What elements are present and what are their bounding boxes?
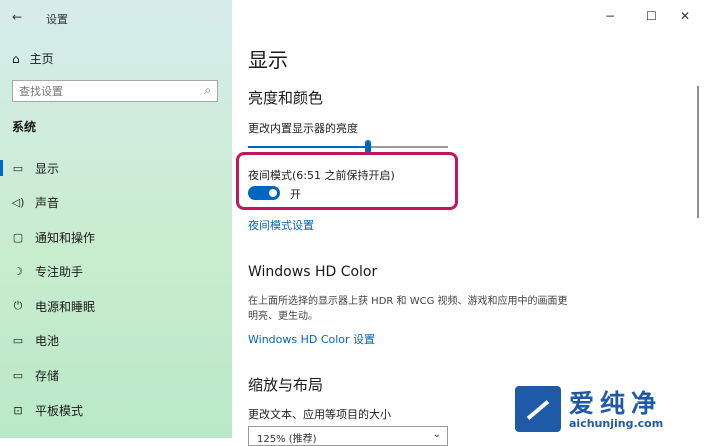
sidebar-item-notifications[interactable]: ▢ 通知和操作 bbox=[0, 223, 232, 251]
scale-layout-heading: 缩放与布局 bbox=[248, 376, 324, 394]
sidebar-item-label: 显示 bbox=[35, 161, 60, 176]
night-light-label: 夜间模式(6:51 之前保持开启) bbox=[248, 169, 395, 182]
watermark-title: 爱纯净 bbox=[569, 389, 663, 418]
window-title: 设置 bbox=[46, 13, 68, 26]
watermark: 爱纯净 aichunjing.com bbox=[515, 384, 703, 434]
tablet-icon: ⊡ bbox=[13, 403, 23, 417]
sidebar-item-label: 通知和操作 bbox=[35, 230, 96, 245]
hd-color-settings-link[interactable]: Windows HD Color 设置 bbox=[248, 331, 375, 347]
toggle-knob bbox=[269, 189, 277, 197]
sidebar-item-label: 平板模式 bbox=[35, 403, 84, 418]
battery-icon: ▭ bbox=[12, 333, 24, 347]
monitor-icon: ▭ bbox=[12, 161, 24, 175]
sidebar-item-tablet-mode[interactable]: ⊡ 平板模式 bbox=[0, 396, 232, 424]
scale-label: 更改文本、应用等项目的大小 bbox=[248, 408, 391, 421]
back-arrow-icon[interactable]: ← bbox=[12, 10, 22, 24]
sidebar-item-power-sleep[interactable]: ⏻ 电源和睡眠 bbox=[0, 292, 232, 320]
search-box[interactable]: ⌕ bbox=[12, 80, 218, 102]
home-icon: ⌂ bbox=[12, 51, 20, 66]
hd-color-description: 在上面所选择的显示器上获 HDR 和 WCG 视频、游戏和应用中的画面更明亮、更… bbox=[248, 296, 568, 322]
sidebar: ← 设置 ⌂ 主页 ⌕ 系统 ▭ 显示 ◁) 声音 ▢ 通知和操作 ☽ 专注助手… bbox=[0, 0, 232, 438]
notification-icon: ▢ bbox=[12, 230, 24, 244]
minimize-button[interactable]: − bbox=[605, 9, 615, 23]
sidebar-item-label: 专注助手 bbox=[35, 264, 84, 279]
moon-icon: ☽ bbox=[13, 264, 23, 278]
night-light-settings-link[interactable]: 夜间模式设置 bbox=[248, 217, 314, 233]
close-button[interactable]: ✕ bbox=[680, 9, 690, 23]
sidebar-item-home[interactable]: ⌂ 主页 bbox=[12, 50, 54, 67]
hd-color-heading: Windows HD Color bbox=[248, 264, 378, 280]
sidebar-item-sound[interactable]: ◁) 声音 bbox=[0, 188, 232, 216]
night-light-toggle[interactable] bbox=[248, 186, 280, 200]
scrollbar[interactable] bbox=[697, 86, 699, 218]
speaker-icon: ◁) bbox=[11, 195, 25, 209]
storage-icon: ▭ bbox=[12, 368, 24, 382]
sidebar-item-battery[interactable]: ▭ 电池 bbox=[0, 326, 232, 354]
brightness-label: 更改内置显示器的亮度 bbox=[248, 122, 358, 135]
sidebar-item-storage[interactable]: ▭ 存储 bbox=[0, 361, 232, 389]
watermark-url: aichunjing.com bbox=[569, 417, 664, 430]
search-input[interactable] bbox=[19, 83, 199, 99]
search-icon[interactable]: ⌕ bbox=[204, 83, 211, 98]
scale-dropdown[interactable]: 125% (推荐) ⌄ bbox=[248, 426, 448, 446]
main-content: − ☐ ✕ 显示 亮度和颜色 更改内置显示器的亮度 夜间模式(6:51 之前保持… bbox=[232, 0, 710, 446]
page-title: 显示 bbox=[248, 48, 288, 72]
sidebar-item-focus-assist[interactable]: ☽ 专注助手 bbox=[0, 257, 232, 285]
section-heading: 系统 bbox=[12, 120, 37, 134]
sidebar-item-label: 电源和睡眠 bbox=[35, 299, 96, 314]
sidebar-item-display[interactable]: ▭ 显示 bbox=[0, 154, 232, 182]
sidebar-item-label: 主页 bbox=[29, 52, 54, 66]
power-icon: ⏻ bbox=[13, 299, 23, 312]
brightness-heading: 亮度和颜色 bbox=[248, 89, 324, 107]
sidebar-item-label: 声音 bbox=[35, 195, 60, 210]
watermark-logo bbox=[515, 386, 561, 432]
toggle-state-label: 开 bbox=[290, 188, 301, 201]
sidebar-item-label: 电池 bbox=[35, 333, 60, 348]
sidebar-item-label: 存储 bbox=[35, 368, 60, 383]
chevron-down-icon: ⌄ bbox=[432, 429, 441, 440]
slider-fill bbox=[248, 146, 368, 148]
maximize-button[interactable]: ☐ bbox=[646, 9, 657, 23]
